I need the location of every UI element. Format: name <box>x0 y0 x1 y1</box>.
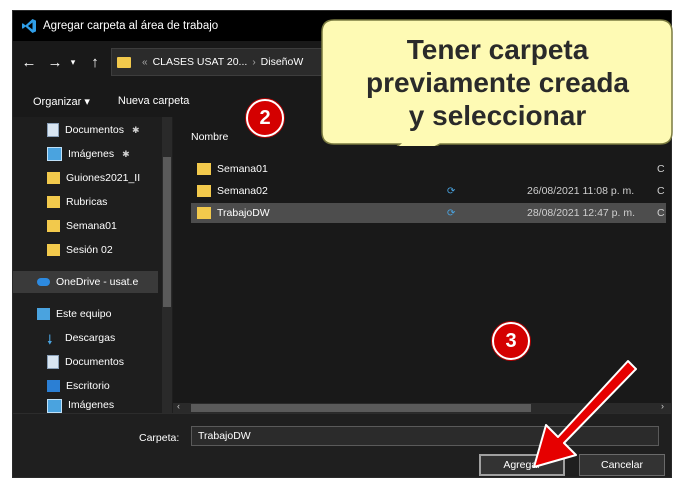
sidebar-item-descargas[interactable]: 🠗 Descargas <box>13 327 115 349</box>
sidebar-item-label: Sesión 02 <box>66 244 113 256</box>
sidebar-item-imagenes[interactable]: Imágenes <box>13 399 114 413</box>
sidebar-item-este-equipo[interactable]: Este equipo <box>13 303 111 325</box>
file-name: TrabajoDW <box>217 207 270 219</box>
recent-locations-button[interactable]: ▾ <box>67 52 79 72</box>
callout-line: y seleccionar <box>408 99 587 131</box>
folder-icon <box>47 172 60 184</box>
organize-menu[interactable]: Organizar ▾ <box>33 95 90 108</box>
file-type-cut: C <box>657 185 665 197</box>
sidebar-item-label: Guiones2021_II <box>66 172 141 184</box>
file-row-selected[interactable]: TrabajoDW ⟳ 28/08/2021 12:47 p. m. C <box>191 203 666 223</box>
file-name: Semana02 <box>217 185 268 197</box>
sidebar-item-rubricas[interactable]: Rubricas <box>13 191 107 213</box>
breadcrumb-item[interactable]: DiseñoW <box>261 56 304 68</box>
scroll-left-icon[interactable]: ‹ <box>177 401 180 411</box>
scrollbar-thumb[interactable] <box>191 404 531 412</box>
window-title: Agregar carpeta al área de trabajo <box>43 20 219 32</box>
chevron-right-icon: › <box>252 56 256 68</box>
sidebar-item-label: OneDrive - usat.e <box>56 276 139 288</box>
document-icon <box>47 355 59 369</box>
pictures-icon <box>47 399 62 413</box>
sidebar-item-label: Imágenes <box>68 399 115 411</box>
sidebar-item-label: Imágenes <box>68 148 115 160</box>
pictures-icon <box>47 147 62 161</box>
sync-icon: ⟳ <box>447 185 456 197</box>
scroll-right-icon[interactable]: › <box>661 401 664 411</box>
file-row[interactable]: Semana02 ⟳ 26/08/2021 11:08 p. m. C <box>191 181 666 201</box>
scrollbar-thumb[interactable] <box>163 157 171 307</box>
vscode-icon <box>22 19 36 33</box>
up-button[interactable]: ↑ <box>85 52 105 72</box>
sidebar-item-imagenes-pinned[interactable]: Imágenes ✱ <box>13 143 130 165</box>
sidebar-item-label: Documentos <box>65 356 124 368</box>
sidebar-item-label: Rubricas <box>66 196 108 208</box>
folder-icon <box>47 244 60 256</box>
pin-icon: ✱ <box>122 148 130 159</box>
breadcrumb-overflow[interactable]: « <box>142 57 148 68</box>
file-name: Semana01 <box>217 163 268 175</box>
sync-icon: ⟳ <box>447 207 456 219</box>
navigation-pane: Documentos ✱ Imágenes ✱ Guiones2021_II R… <box>13 117 174 413</box>
sidebar-item-label: Este equipo <box>56 308 112 320</box>
sidebar-item-label: Documentos <box>65 124 124 136</box>
pc-icon <box>37 308 50 320</box>
sidebar-item-label: Escritorio <box>66 380 110 392</box>
column-header-name[interactable]: Nombre <box>191 131 228 143</box>
step-2-badge: 2 <box>246 99 284 137</box>
sidebar-scrollbar[interactable] <box>162 117 172 413</box>
desktop-icon <box>47 380 60 392</box>
folder-icon <box>197 163 211 175</box>
address-bar[interactable]: « CLASES USAT 20... › DiseñoW <box>111 48 333 76</box>
callout-line: Tener carpeta <box>406 33 589 65</box>
sidebar-item-escritorio[interactable]: Escritorio <box>13 375 110 397</box>
sidebar-item-semana01[interactable]: Semana01 <box>13 215 117 237</box>
sidebar-item-label: Descargas <box>65 332 116 344</box>
folder-icon <box>197 185 211 197</box>
cloud-icon <box>37 278 50 286</box>
sidebar-item-documentos[interactable]: Documentos <box>13 351 124 373</box>
file-row[interactable]: Semana01 C <box>191 159 666 179</box>
sidebar-item-documentos-pinned[interactable]: Documentos ✱ <box>13 119 140 141</box>
back-button[interactable]: ← <box>19 52 39 72</box>
pointer-arrow-icon <box>533 360 637 468</box>
sidebar-item-onedrive[interactable]: OneDrive - usat.e <box>13 271 158 293</box>
folder-icon <box>117 56 131 68</box>
sidebar-item-guiones[interactable]: Guiones2021_II <box>13 167 140 189</box>
callout-text: Tener carpeta previamente creada y selec… <box>320 18 675 146</box>
folder-icon <box>47 220 60 232</box>
forward-button[interactable]: → <box>45 52 65 72</box>
file-type-cut: C <box>657 207 665 219</box>
file-date: 28/08/2021 12:47 p. m. <box>527 207 635 219</box>
sidebar-item-label: Semana01 <box>66 220 117 232</box>
folder-label: Carpeta: <box>139 432 180 444</box>
annotation-callout: Tener carpeta previamente creada y selec… <box>320 18 675 146</box>
file-type-cut: C <box>657 163 665 175</box>
sidebar-item-sesion02[interactable]: Sesión 02 <box>13 239 113 261</box>
file-date: 26/08/2021 11:08 p. m. <box>527 185 635 197</box>
document-icon <box>47 123 59 137</box>
folder-icon <box>47 196 60 208</box>
breadcrumb-item[interactable]: CLASES USAT 20... <box>153 56 248 68</box>
folder-icon <box>197 207 211 219</box>
download-icon: 🠗 <box>47 332 53 347</box>
callout-line: previamente creada <box>365 66 630 98</box>
pin-icon: ✱ <box>131 124 140 135</box>
new-folder-button[interactable]: Nueva carpeta <box>118 95 190 107</box>
